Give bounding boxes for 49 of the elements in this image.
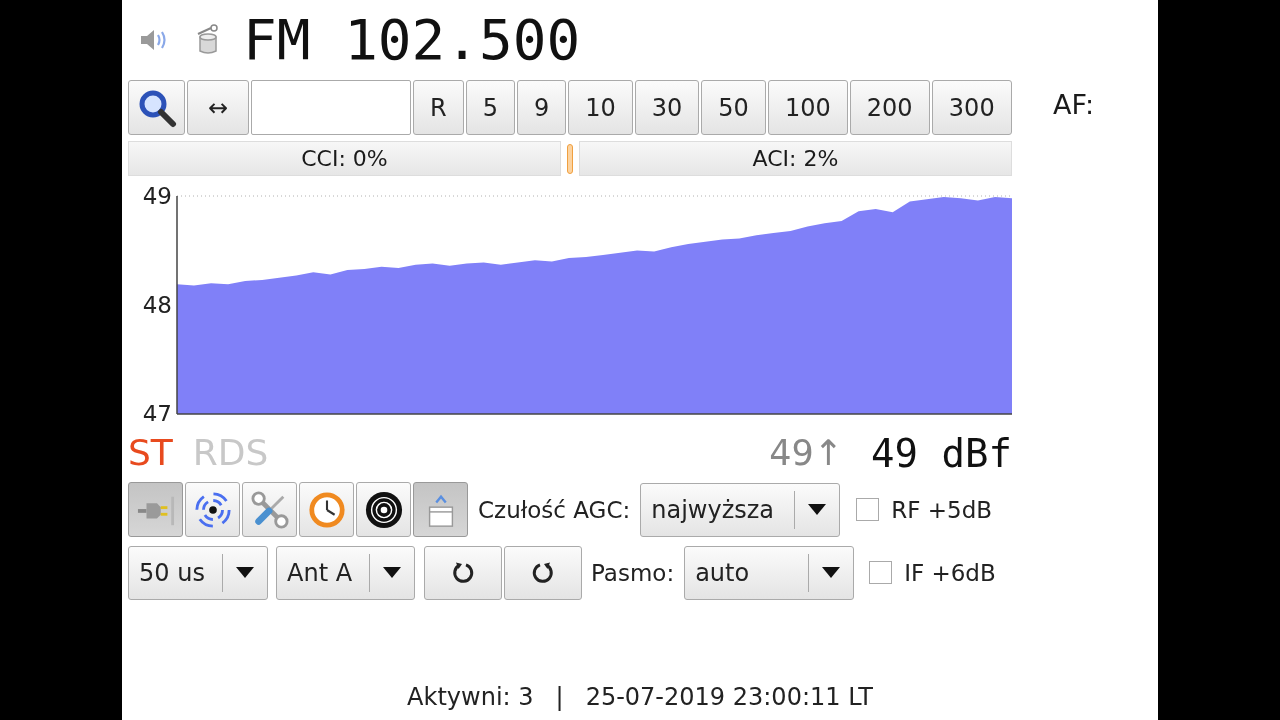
deemphasis-dropdown[interactable]: 50 us [128, 545, 268, 600]
rotate-left-icon [451, 560, 475, 585]
broadcast-icon [193, 490, 232, 529]
marker-icon [567, 143, 573, 174]
caret-icon [383, 567, 401, 578]
step-button[interactable]: R [413, 80, 464, 135]
frequency-display: FM 102.500 [243, 12, 581, 68]
input-field[interactable] [251, 80, 411, 135]
step-button[interactable]: 100 [767, 80, 848, 135]
timestamp: 25-07-2019 23:00:11 LT [585, 682, 873, 712]
caret-icon [808, 504, 827, 515]
step-button[interactable]: 10 [568, 80, 633, 135]
tool-button[interactable] [356, 482, 411, 537]
device-icon [195, 24, 221, 56]
step-button[interactable]: 300 [931, 80, 1012, 135]
rotate-right-icon [531, 560, 555, 585]
af-label: AF: [1053, 89, 1094, 120]
step-button[interactable]: 5 [465, 80, 515, 135]
rotate-button[interactable] [504, 545, 582, 600]
arrow-button[interactable]: ↔ [187, 80, 249, 135]
peak-reading: 49↑ [769, 435, 844, 471]
step-button[interactable]: 9 [516, 80, 567, 135]
signal-reading: 49 dBf [871, 433, 1012, 473]
caret-icon [236, 567, 254, 578]
antenna-dropdown[interactable]: Ant A [276, 545, 415, 600]
agc-label: Czułość AGC: [478, 496, 631, 523]
agc-dropdown[interactable]: najwyższa [640, 482, 841, 537]
clock-icon [307, 490, 346, 529]
y-tick-label: 49 [142, 183, 172, 209]
step-button[interactable]: 30 [634, 80, 700, 135]
indicator-label: ST [128, 435, 173, 471]
rotate-button[interactable] [424, 545, 502, 600]
step-button[interactable]: 50 [701, 80, 766, 135]
caret-icon [822, 567, 841, 578]
checkbox-label: RF +5dB [891, 496, 993, 523]
cci-indicator: CCI: 0% [128, 141, 561, 176]
separator-text: | [555, 682, 564, 712]
aci-indicator: ACI: 2% [579, 141, 1012, 176]
bandwidth-label: Pasmo: [591, 559, 675, 586]
step-button[interactable]: 200 [849, 80, 930, 135]
search-button[interactable] [128, 80, 185, 135]
checkbox[interactable] [869, 561, 893, 584]
bandwidth-dropdown[interactable]: auto [684, 545, 855, 600]
tools-icon [250, 490, 289, 529]
users-count: Aktywni: 3 [407, 682, 534, 712]
checkbox-label: IF +6dB [904, 559, 996, 586]
disc-icon [364, 490, 403, 529]
checkbox[interactable] [856, 498, 880, 521]
y-tick-label: 48 [142, 292, 172, 318]
